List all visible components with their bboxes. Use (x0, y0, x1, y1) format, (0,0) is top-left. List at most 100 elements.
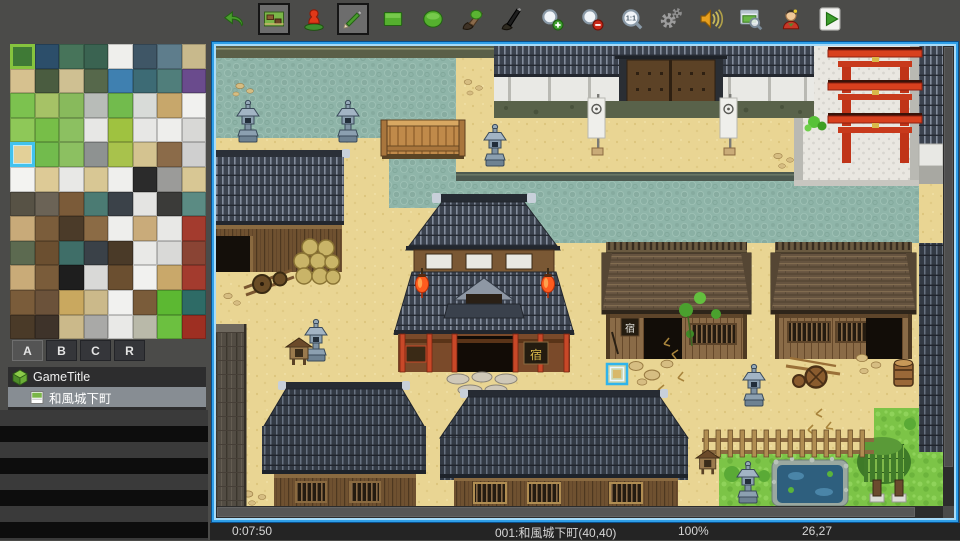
palette-tile[interactable] (84, 69, 109, 94)
palette-tile[interactable] (133, 216, 158, 241)
palette-tile[interactable] (10, 142, 35, 167)
map-mode-button[interactable] (258, 3, 290, 35)
palette-tile[interactable] (59, 241, 84, 266)
palette-tile[interactable] (35, 241, 60, 266)
palette-tile[interactable] (59, 167, 84, 192)
palette-tile[interactable] (108, 69, 133, 94)
horizontal-scrollbar-thumb[interactable] (217, 507, 915, 517)
palette-tile[interactable] (59, 93, 84, 118)
palette-tile[interactable] (133, 142, 158, 167)
palette-tile[interactable] (133, 93, 158, 118)
palette-tile[interactable] (10, 69, 35, 94)
palette-tile[interactable] (35, 118, 60, 143)
palette-tile[interactable] (84, 265, 109, 290)
palette-tab-r[interactable]: R (114, 340, 145, 361)
palette-tile[interactable] (157, 216, 182, 241)
palette-tile[interactable] (59, 290, 84, 315)
pencil-tool-button[interactable] (337, 3, 369, 35)
palette-tile[interactable] (10, 167, 35, 192)
palette-tile[interactable] (84, 44, 109, 69)
ellipse-tool-button[interactable] (417, 3, 449, 35)
actual-size-button[interactable]: 1:1 (616, 3, 648, 35)
palette-tile[interactable] (84, 241, 109, 266)
palette-tile[interactable] (35, 44, 60, 69)
palette-tile[interactable] (59, 216, 84, 241)
palette-tile[interactable] (59, 315, 84, 340)
palette-tile[interactable] (157, 118, 182, 143)
zoom-in-button[interactable] (536, 3, 568, 35)
palette-tile[interactable] (10, 192, 35, 217)
palette-tile[interactable] (108, 118, 133, 143)
undo-button[interactable] (218, 3, 250, 35)
shadow-pen-tool-button[interactable] (496, 3, 528, 35)
palette-tile[interactable] (108, 290, 133, 315)
palette-tab-b[interactable]: B (46, 340, 77, 361)
palette-tile[interactable] (108, 216, 133, 241)
palette-tile[interactable] (157, 93, 182, 118)
palette-tile[interactable] (35, 290, 60, 315)
vertical-scrollbar[interactable] (943, 46, 954, 506)
palette-tile[interactable] (84, 290, 109, 315)
palette-tile[interactable] (108, 315, 133, 340)
palette-tile[interactable] (157, 69, 182, 94)
palette-tile[interactable] (133, 118, 158, 143)
palette-tile[interactable] (133, 192, 158, 217)
palette-tile[interactable] (108, 167, 133, 192)
palette-tile[interactable] (182, 290, 207, 315)
palette-tile[interactable] (84, 315, 109, 340)
palette-tile[interactable] (133, 69, 158, 94)
palette-tile[interactable] (157, 167, 182, 192)
palette-tile[interactable] (84, 167, 109, 192)
palette-tile[interactable] (108, 93, 133, 118)
palette-tile[interactable] (59, 142, 84, 167)
palette-tile[interactable] (157, 44, 182, 69)
palette-tile[interactable] (59, 265, 84, 290)
palette-tile[interactable] (182, 142, 207, 167)
palette-tile[interactable] (182, 167, 207, 192)
palette-tile[interactable] (157, 290, 182, 315)
palette-tile[interactable] (10, 216, 35, 241)
palette-tile[interactable] (84, 142, 109, 167)
vertical-scrollbar-thumb[interactable] (944, 47, 953, 467)
palette-tile[interactable] (108, 265, 133, 290)
palette-tile[interactable] (133, 265, 158, 290)
palette-tile[interactable] (59, 44, 84, 69)
map-canvas[interactable]: 宿 宿 (216, 46, 943, 506)
palette-tile[interactable] (157, 315, 182, 340)
palette-tile[interactable] (35, 315, 60, 340)
palette-tile[interactable] (133, 315, 158, 340)
palette-tile[interactable] (182, 216, 207, 241)
palette-tab-a[interactable]: A (12, 340, 43, 361)
palette-tile[interactable] (108, 44, 133, 69)
palette-tile[interactable] (10, 93, 35, 118)
palette-tile[interactable] (182, 315, 207, 340)
palette-tile[interactable] (84, 93, 109, 118)
palette-tile[interactable] (35, 216, 60, 241)
palette-tile[interactable] (157, 142, 182, 167)
tree-item-map[interactable]: 和風城下町 (8, 387, 206, 407)
palette-tile[interactable] (84, 216, 109, 241)
palette-tile[interactable] (182, 93, 207, 118)
palette-tile[interactable] (157, 265, 182, 290)
flood-fill-tool-button[interactable] (457, 3, 489, 35)
palette-tile[interactable] (182, 265, 207, 290)
horizontal-scrollbar[interactable] (216, 506, 943, 518)
palette-tile[interactable] (35, 265, 60, 290)
palette-tab-c[interactable]: C (80, 340, 111, 361)
palette-tile[interactable] (182, 118, 207, 143)
palette-tile[interactable] (59, 118, 84, 143)
event-mode-button[interactable] (298, 3, 330, 35)
playtest-button[interactable] (814, 3, 846, 35)
palette-tile[interactable] (108, 241, 133, 266)
palette-tile[interactable] (59, 192, 84, 217)
zoom-out-button[interactable] (576, 3, 608, 35)
character-generator-button[interactable] (775, 3, 807, 35)
palette-tile[interactable] (182, 241, 207, 266)
palette-tile[interactable] (108, 192, 133, 217)
palette-tile[interactable] (182, 44, 207, 69)
palette-tile[interactable] (10, 265, 35, 290)
palette-tile[interactable] (10, 118, 35, 143)
palette-tile[interactable] (35, 192, 60, 217)
palette-tile[interactable] (133, 241, 158, 266)
sound-test-button[interactable] (695, 3, 727, 35)
